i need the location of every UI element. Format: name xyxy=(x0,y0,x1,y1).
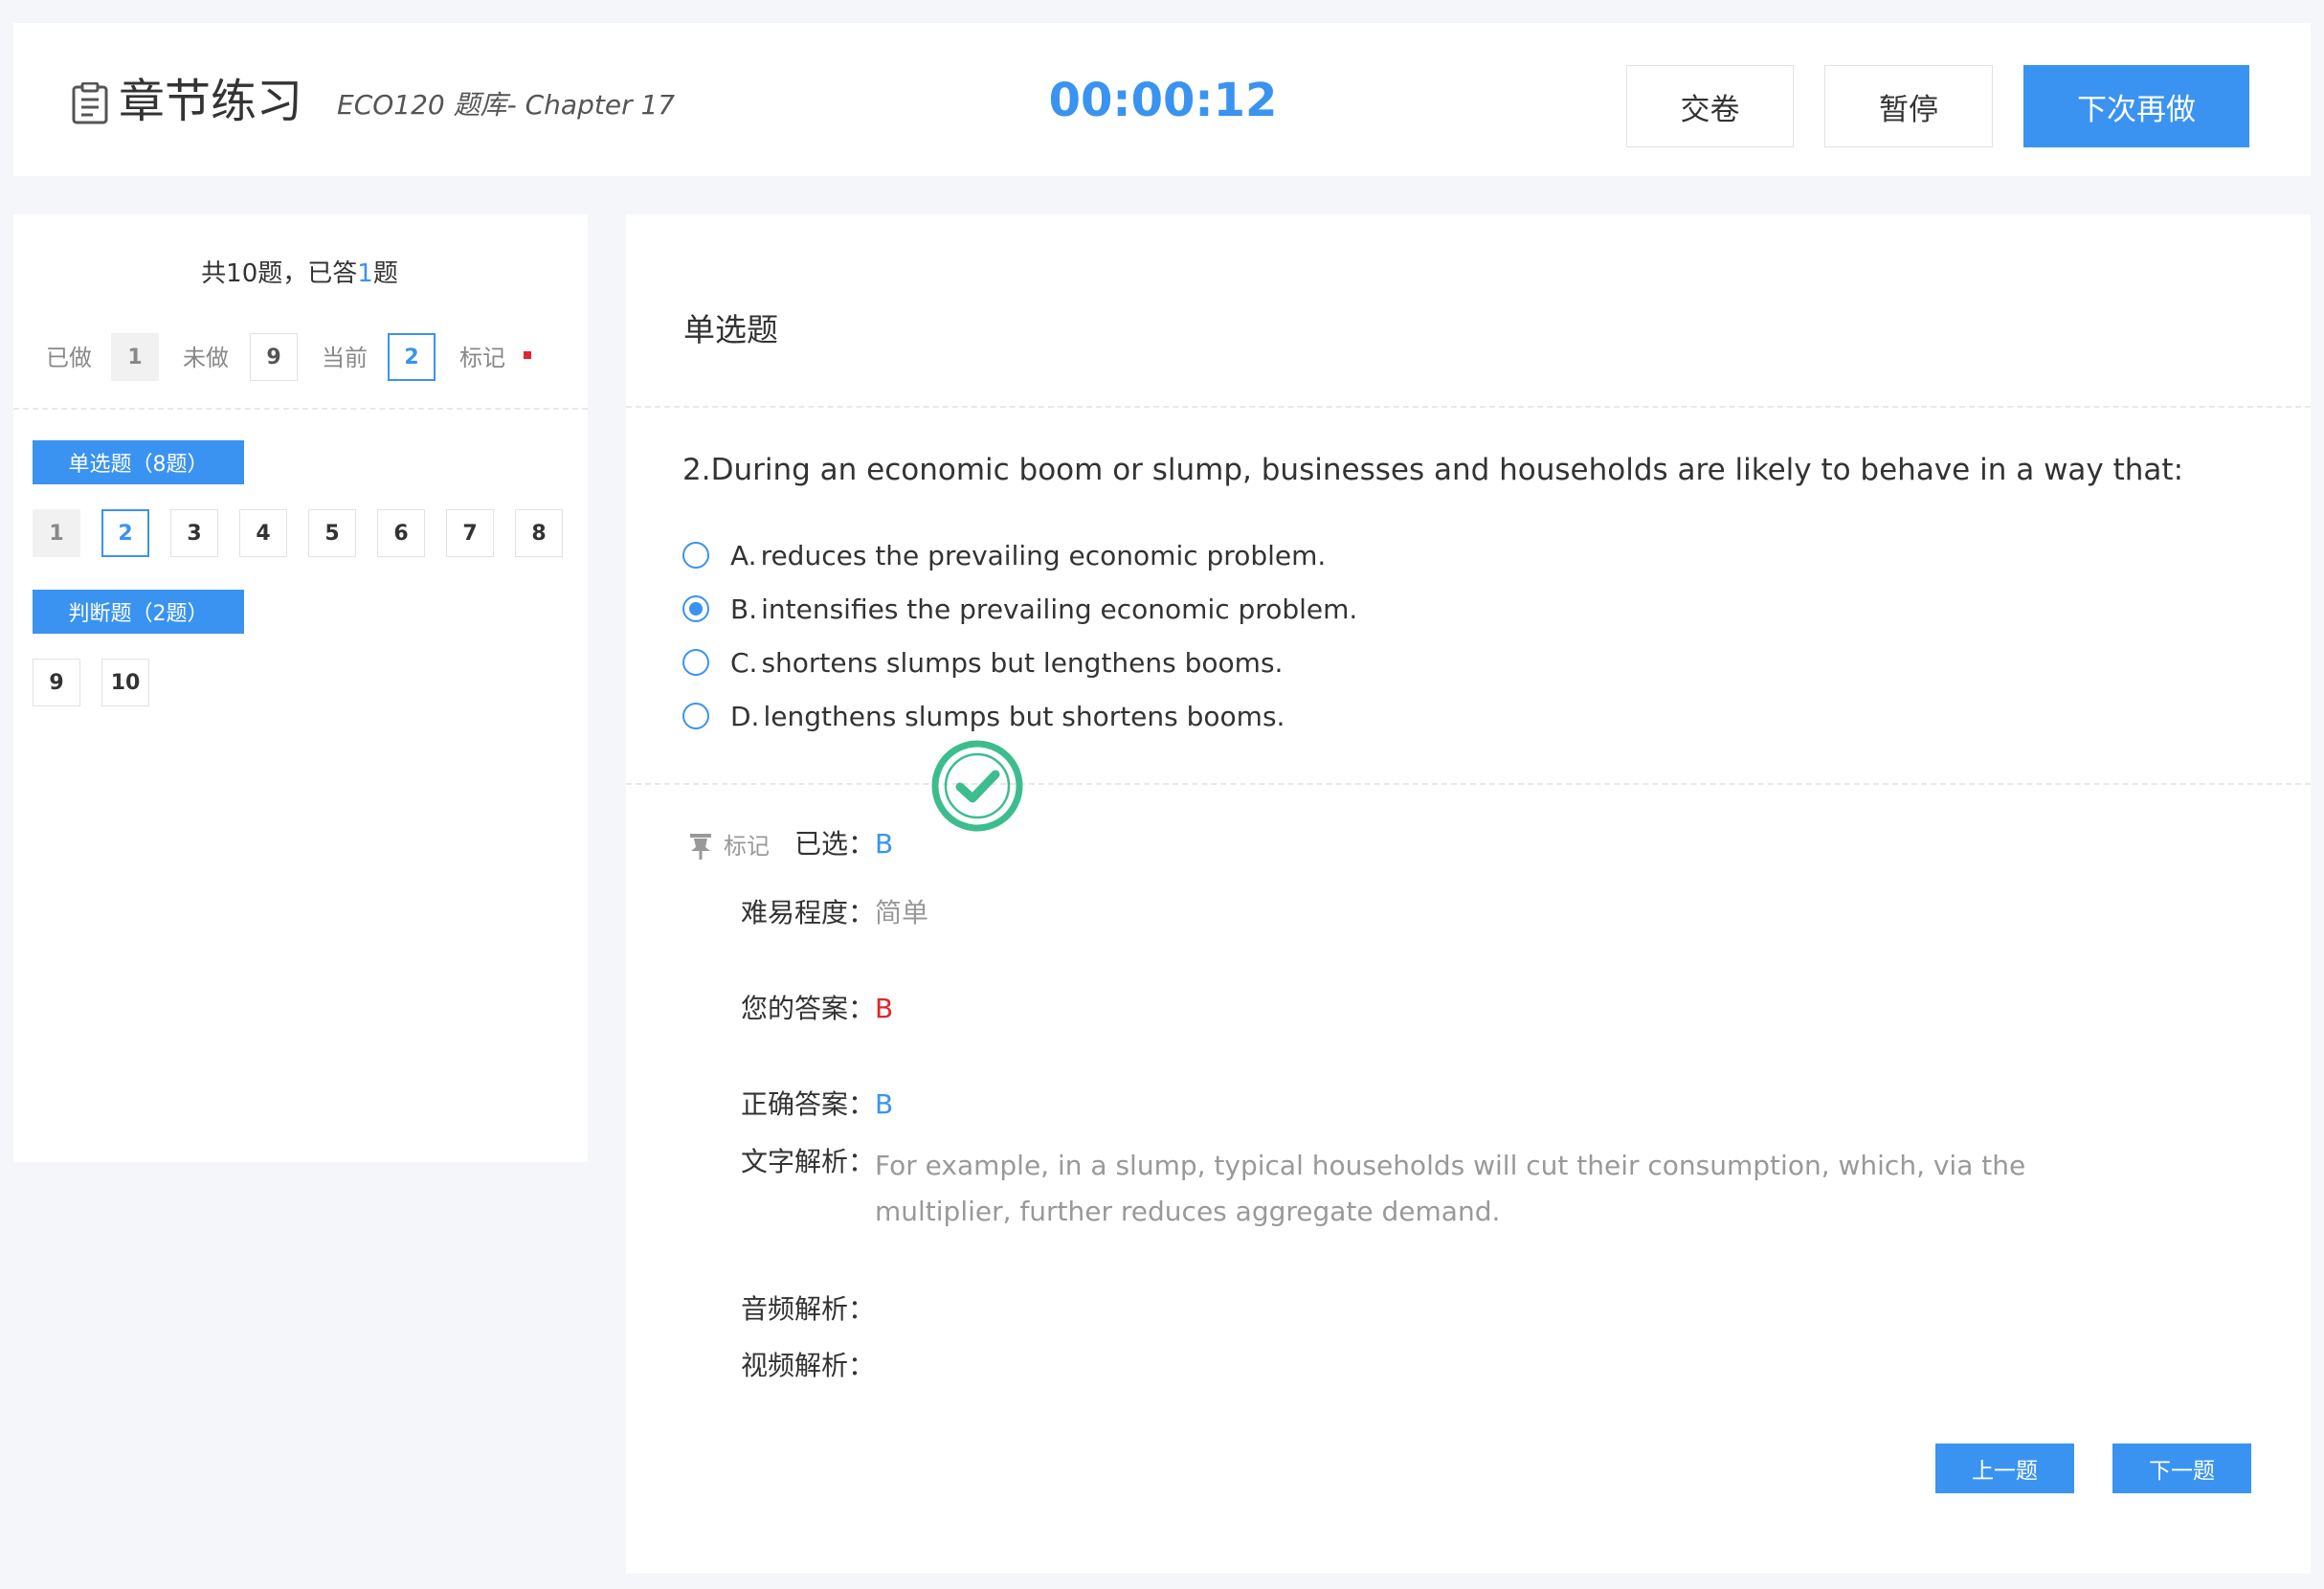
explanation-label: 文字解析： xyxy=(741,1146,876,1177)
option-text: lengthens slumps but shortens booms. xyxy=(763,700,1285,732)
legend-done-count: 1 xyxy=(111,333,159,381)
legend-todo-label: 未做 xyxy=(183,345,229,371)
answer-summary: 共10题，已答1题 xyxy=(0,255,599,293)
difficulty-value: 简单 xyxy=(875,897,929,929)
option-letter: C. xyxy=(730,646,758,679)
question-number-button[interactable]: 1 xyxy=(33,509,80,557)
pause-button[interactable]: 暂停 xyxy=(1824,65,1993,147)
section-single-choice: 单选题（8题） xyxy=(33,440,244,484)
correct-check-stamp-icon xyxy=(931,740,1023,832)
sidebar-divider xyxy=(13,408,588,410)
option-text: reduces the prevailing economic problem. xyxy=(760,539,1327,571)
your-answer-value: B xyxy=(875,993,894,1024)
option-c[interactable]: C. shortens slumps but lengthens booms. xyxy=(682,643,1283,682)
question-number-button[interactable]: 8 xyxy=(515,509,563,557)
question-number-button[interactable]: 9 xyxy=(33,659,80,706)
radio-button[interactable] xyxy=(682,542,709,569)
section-divider xyxy=(626,783,2311,785)
elapsed-timer: 00:00:12 xyxy=(1048,74,1278,127)
explanation-text: For example, in a slump, typical househo… xyxy=(875,1150,2026,1227)
option-a[interactable]: A. reduces the prevailing economic probl… xyxy=(682,536,1326,574)
legend-current-label: 当前 xyxy=(322,345,368,371)
correct-answer-label: 正确答案： xyxy=(741,1088,876,1120)
question-number-button[interactable]: 3 xyxy=(170,509,218,557)
next-question-button[interactable]: 下一题 xyxy=(2112,1444,2251,1493)
question-number-button[interactable]: 5 xyxy=(308,509,356,557)
page-title: 章节练习 xyxy=(119,75,303,128)
summary-prefix: 共10题，已答 xyxy=(201,259,358,288)
option-text: shortens slumps but lengthens booms. xyxy=(761,646,1284,679)
option-letter: A. xyxy=(730,539,757,571)
pin-icon[interactable] xyxy=(687,832,714,861)
question-number-button[interactable]: 6 xyxy=(377,509,425,557)
section-true-false: 判断题（2题） xyxy=(33,590,244,634)
clipboard-icon xyxy=(72,82,108,124)
summary-suffix: 题 xyxy=(372,259,398,288)
your-answer-label: 您的答案： xyxy=(741,993,876,1024)
question-number-button-current[interactable]: 2 xyxy=(101,509,149,557)
question-bank-name: ECO120 题库- Chapter 17 xyxy=(337,89,676,121)
legend-done-label: 已做 xyxy=(46,345,92,371)
radio-button[interactable] xyxy=(682,703,709,729)
audio-explanation-label: 音频解析： xyxy=(741,1293,876,1325)
difficulty-label: 难易程度： xyxy=(741,897,876,929)
section-divider xyxy=(626,406,2311,408)
video-explanation-label: 视频解析： xyxy=(741,1350,876,1381)
question-type-heading: 单选题 xyxy=(683,311,778,348)
correct-answer-value: B xyxy=(875,1088,894,1120)
option-d[interactable]: D. lengthens slumps but shortens booms. xyxy=(682,697,1285,735)
option-letter: B. xyxy=(730,593,758,625)
mark-label[interactable]: 标记 xyxy=(724,829,770,863)
answered-count: 1 xyxy=(357,259,373,288)
legend-mark-label: 标记 xyxy=(459,345,505,371)
radio-button-selected[interactable] xyxy=(682,595,709,622)
question-number-button[interactable]: 4 xyxy=(239,509,287,557)
submit-button[interactable]: 交卷 xyxy=(1626,65,1794,147)
legend-current-number: 2 xyxy=(388,333,436,381)
question-text: 2.During an economic boom or slump, busi… xyxy=(682,453,2184,487)
do-later-button[interactable]: 下次再做 xyxy=(2023,65,2249,147)
question-number-button[interactable]: 10 xyxy=(101,659,149,706)
previous-question-button[interactable]: 上一题 xyxy=(1935,1444,2074,1493)
option-text: intensifies the prevailing economic prob… xyxy=(761,593,1358,625)
legend-todo-count: 9 xyxy=(250,333,298,381)
question-number-button[interactable]: 7 xyxy=(446,509,494,557)
option-letter: D. xyxy=(730,700,760,732)
radio-button[interactable] xyxy=(682,649,709,676)
mark-indicator-dot xyxy=(524,351,531,359)
selected-label: 已选： xyxy=(794,828,876,860)
selected-value: B xyxy=(875,828,894,860)
option-b[interactable]: B. intensifies the prevailing economic p… xyxy=(682,590,1357,628)
